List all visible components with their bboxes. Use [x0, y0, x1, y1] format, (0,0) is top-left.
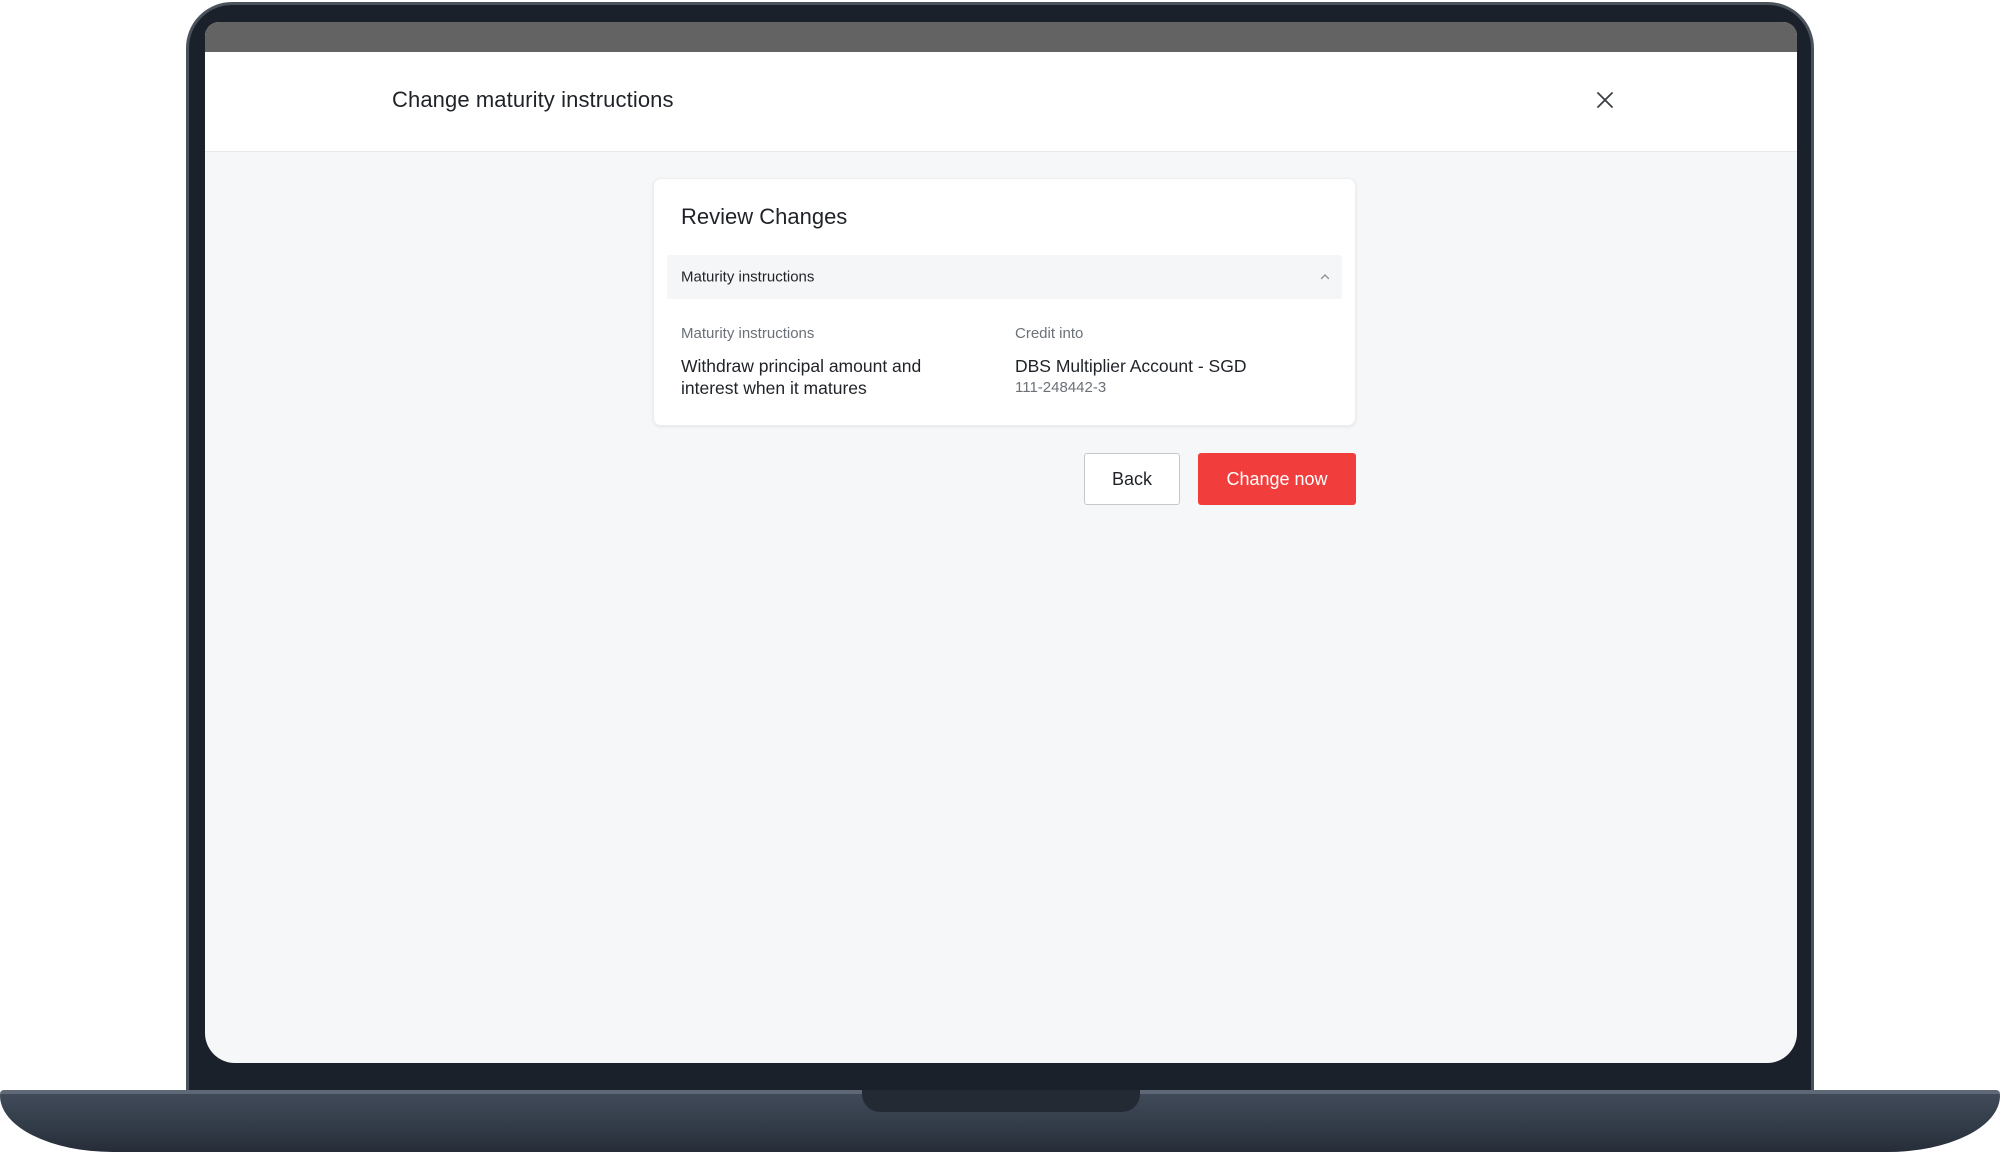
review-card: Review Changes Maturity instructions Mat… — [653, 178, 1356, 426]
close-button[interactable] — [1588, 83, 1622, 117]
credit-account-number: 111-248442-3 — [1015, 379, 1107, 396]
credit-account-name: DBS Multiplier Account - SGD — [1015, 356, 1247, 376]
app-header: Change maturity instructions — [205, 52, 1797, 152]
laptop-hinge-notch — [862, 1090, 1140, 1112]
back-button[interactable]: Back — [1084, 453, 1180, 505]
app-screen: Change maturity instructions Review Chan… — [205, 22, 1797, 1063]
review-title: Review Changes — [681, 204, 848, 229]
accordion-maturity-instructions[interactable]: Maturity instructions — [667, 255, 1342, 299]
page-title: Change maturity instructions — [392, 87, 674, 112]
accordion-title: Maturity instructions — [681, 268, 815, 286]
credit-into-label: Credit into — [1015, 325, 1084, 342]
maturity-instructions-label: Maturity instructions — [681, 325, 815, 342]
close-icon — [1597, 92, 1613, 108]
chevron-up-icon — [1320, 274, 1330, 280]
maturity-instructions-value: Withdraw principal amount and interest w… — [681, 356, 922, 398]
browser-topbar — [205, 22, 1797, 52]
change-now-button[interactable]: Change now — [1198, 453, 1356, 505]
